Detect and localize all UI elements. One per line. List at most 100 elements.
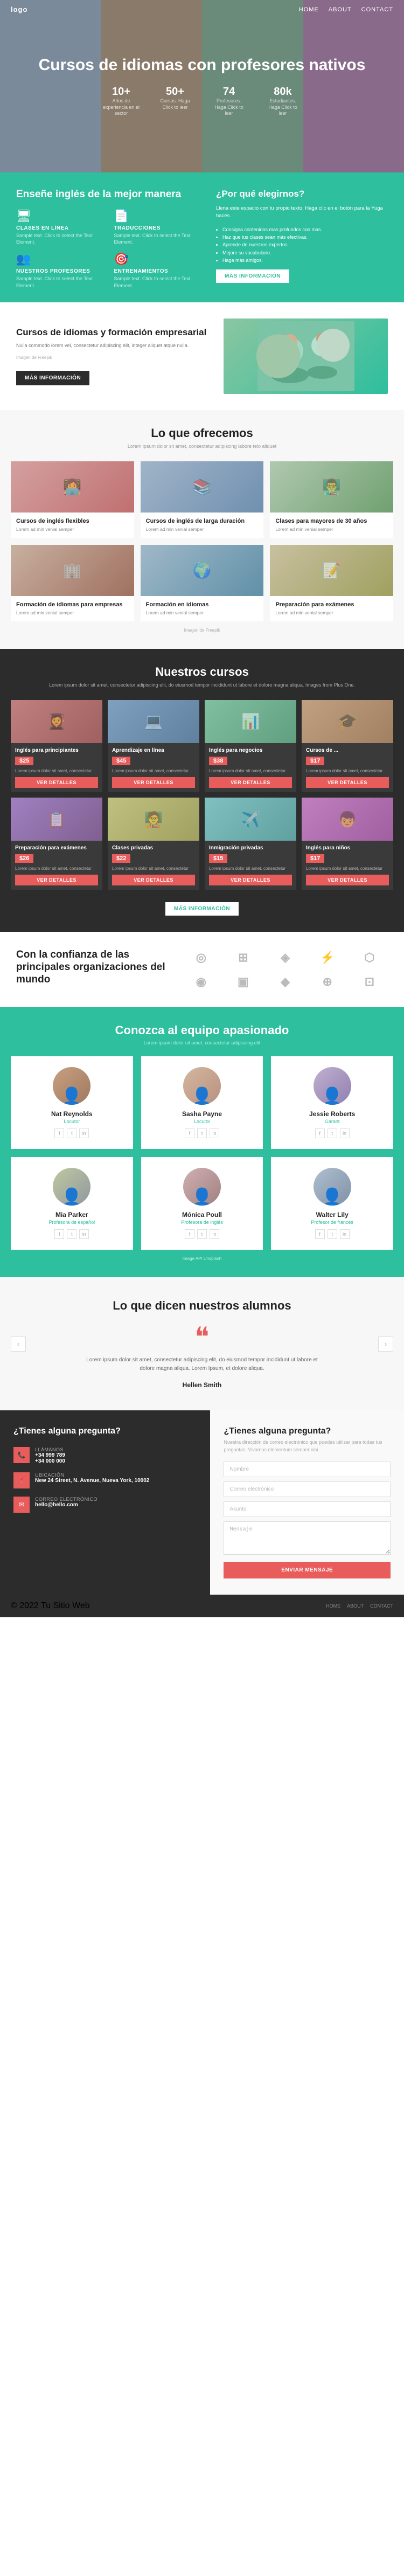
- testimonial-prev-btn[interactable]: ‹: [11, 1337, 26, 1352]
- clases-icon: 🖥: [16, 209, 107, 223]
- social-in-monica[interactable]: in: [210, 1229, 219, 1239]
- team-grid: Nat Reynolds Locutor f t in Sasha Payne …: [11, 1056, 393, 1250]
- contact-name-field[interactable]: [224, 1462, 391, 1477]
- nav-about[interactable]: ABOUT: [329, 6, 352, 13]
- contact-location: 📍 UBICACIÓN New 24 Street, N. Avenue, Nu…: [13, 1472, 197, 1488]
- nav-contact[interactable]: CONTACT: [361, 6, 393, 13]
- avatar-jessie: [314, 1067, 351, 1105]
- logo-item-5: ⬡: [351, 948, 388, 967]
- social-fb-sasha[interactable]: f: [185, 1128, 194, 1138]
- promo-text: Nulla commodo lorem vel, consectetur adi…: [16, 342, 213, 350]
- social-in-mia[interactable]: in: [79, 1229, 89, 1239]
- team-title: Conozca al equipo apasionado: [11, 1023, 393, 1037]
- phone-value1: +34 999 789: [35, 1452, 65, 1458]
- footer-link-home[interactable]: HOME: [326, 1603, 340, 1609]
- team-name-nat: Nat Reynolds: [19, 1110, 125, 1118]
- why-list-item-1: Consigna contenidos mas profundos con ma…: [222, 226, 388, 233]
- promo-title: Cursos de idiomas y formación empresaria…: [16, 327, 213, 338]
- social-fb-nat[interactable]: f: [54, 1128, 64, 1138]
- course-card-5: 📋 Preparación para exámenes $26 Lorem ip…: [11, 798, 102, 890]
- course-3-btn[interactable]: VER DETALLES: [209, 777, 292, 788]
- contact-left-title: ¿Tienes alguna pregunta?: [13, 1427, 197, 1436]
- contact-submit-btn[interactable]: ENVIAR MENSAJE: [224, 1562, 391, 1578]
- social-tw-jessie[interactable]: t: [328, 1128, 337, 1138]
- stat-label-1: Cursos. Haga Click to leer: [156, 98, 194, 110]
- logo-icon-10: ⊡: [365, 975, 374, 989]
- team-subtitle: Lorem ipsum dolor sit amet, consectetur …: [11, 1040, 393, 1045]
- footer-link-contact[interactable]: CONTACT: [370, 1603, 393, 1609]
- trusted-section: Con la confianza de las principales orga…: [0, 932, 404, 1007]
- social-tw-mia[interactable]: t: [67, 1229, 76, 1239]
- course-card-6: 🧑‍🏫 Clases privadas $22 Lorem ipsum dolo…: [108, 798, 199, 890]
- contact-form-title: ¿Tienes alguna pregunta?: [224, 1427, 391, 1436]
- social-tw-monica[interactable]: t: [197, 1229, 207, 1239]
- logo-icon-3: ◈: [281, 951, 290, 965]
- course-4-btn[interactable]: VER DETALLES: [306, 777, 389, 788]
- phone-icon: 📞: [13, 1447, 30, 1463]
- testimonial-next-btn[interactable]: ›: [378, 1337, 393, 1352]
- promo-btn[interactable]: MÁS INFORMACIÓN: [16, 371, 89, 385]
- team-role-walter: Profesor de francés: [279, 1220, 385, 1225]
- course-6-btn[interactable]: VER DETALLES: [112, 875, 195, 885]
- testimonial-title: Lo que dicen nuestros alumnos: [16, 1299, 388, 1313]
- social-fb-walter[interactable]: f: [315, 1229, 325, 1239]
- logo-item-8: ◆: [267, 972, 304, 991]
- traducciones-icon: 📄: [114, 209, 205, 223]
- course-7-btn[interactable]: VER DETALLES: [209, 875, 292, 885]
- stat-num-3: 80k: [264, 86, 302, 98]
- team-role-mia: Profesora de español: [19, 1220, 125, 1225]
- hero-stat-3: 80kEstudiantes. Haga Click to leer: [264, 86, 302, 117]
- course-card-4: 🎓 Cursos de ... $17 Lorem ipsum dolor si…: [302, 700, 393, 792]
- social-in-sasha[interactable]: in: [210, 1128, 219, 1138]
- logo: logo: [11, 5, 27, 13]
- social-in-walter[interactable]: in: [340, 1229, 350, 1239]
- stat-label-0: Años de experiencia en el sector: [102, 98, 140, 117]
- offer-card-1-image: 👩‍💻: [11, 461, 134, 513]
- social-tw-walter[interactable]: t: [328, 1229, 337, 1239]
- course-2-btn[interactable]: VER DETALLES: [112, 777, 195, 788]
- social-fb-monica[interactable]: f: [185, 1229, 194, 1239]
- offer-card-3-title: Clases para mayores de 30 años: [275, 518, 388, 524]
- logo-item-10: ⊡: [351, 972, 388, 991]
- promo-image: [224, 318, 388, 394]
- course-card-7: ✈️ Inmigración privadas $15 Lorem ipsum …: [205, 798, 296, 890]
- social-in-jessie[interactable]: in: [340, 1128, 350, 1138]
- offer-card-3: 👨‍🏫 Clases para mayores de 30 años Lorem…: [270, 461, 393, 538]
- social-fb-mia[interactable]: f: [54, 1229, 64, 1239]
- course-7-desc: Lorem ipsum dolor sit amet, consectetur: [209, 865, 292, 871]
- contact-subject-field[interactable]: [224, 1501, 391, 1517]
- course-card-8: 👦 Inglés para niños $17 Lorem ipsum dolo…: [302, 798, 393, 890]
- social-fb-jessie[interactable]: f: [315, 1128, 325, 1138]
- green-section: Enseñe inglés de la mejor manera 🖥 CLASE…: [0, 172, 404, 302]
- offer-card-4: 🏢 Formación de idiomas para empresas Lor…: [11, 545, 134, 622]
- course-8-btn[interactable]: VER DETALLES: [306, 875, 389, 885]
- course-5-title: Preparación para exámenes: [15, 845, 98, 851]
- offer-card-2-image: 📚: [141, 461, 264, 513]
- course-4-image: 🎓: [302, 700, 393, 743]
- logo-item-4: ⚡: [309, 948, 346, 967]
- nav-home[interactable]: HOME: [299, 6, 319, 13]
- social-in-nat[interactable]: in: [79, 1128, 89, 1138]
- course-2-title: Aprendizaje en línea: [112, 747, 195, 753]
- course-6-desc: Lorem ipsum dolor sit amet, consectetur: [112, 865, 195, 871]
- profesores-title: NUESTROS PROFESORES: [16, 268, 107, 274]
- offer-card-2-title: Cursos de inglés de larga duración: [146, 518, 259, 524]
- contact-email-field[interactable]: [224, 1481, 391, 1497]
- phone-label: LLÁMANOS: [35, 1447, 65, 1452]
- stat-num-0: 10+: [102, 86, 140, 98]
- promo-credit: Imagen de Freepik: [16, 355, 213, 361]
- courses-more-btn[interactable]: MÁS INFORMACIÓN: [165, 902, 239, 916]
- social-tw-sasha[interactable]: t: [197, 1128, 207, 1138]
- course-3-image: 📊: [205, 700, 296, 743]
- why-list-item-2: Haz que tus clases sean más efectivas.: [222, 233, 388, 241]
- hero-stat-0: 10+Años de experiencia en el sector: [102, 86, 140, 117]
- social-tw-nat[interactable]: t: [67, 1128, 76, 1138]
- contact-message-field[interactable]: [224, 1521, 391, 1555]
- courses-section: Nuestros cursos Lorem ipsum dolor sit am…: [0, 649, 404, 932]
- course-1-btn[interactable]: VER DETALLES: [15, 777, 98, 788]
- why-us-btn[interactable]: MÁS INFORMACIÓN: [216, 269, 289, 283]
- team-card-sasha: Sasha Payne Locutor f t in: [141, 1056, 263, 1149]
- offer-card-6-image: 📝: [270, 545, 393, 596]
- footer-link-about[interactable]: ABOUT: [347, 1603, 364, 1609]
- course-5-btn[interactable]: VER DETALLES: [15, 875, 98, 885]
